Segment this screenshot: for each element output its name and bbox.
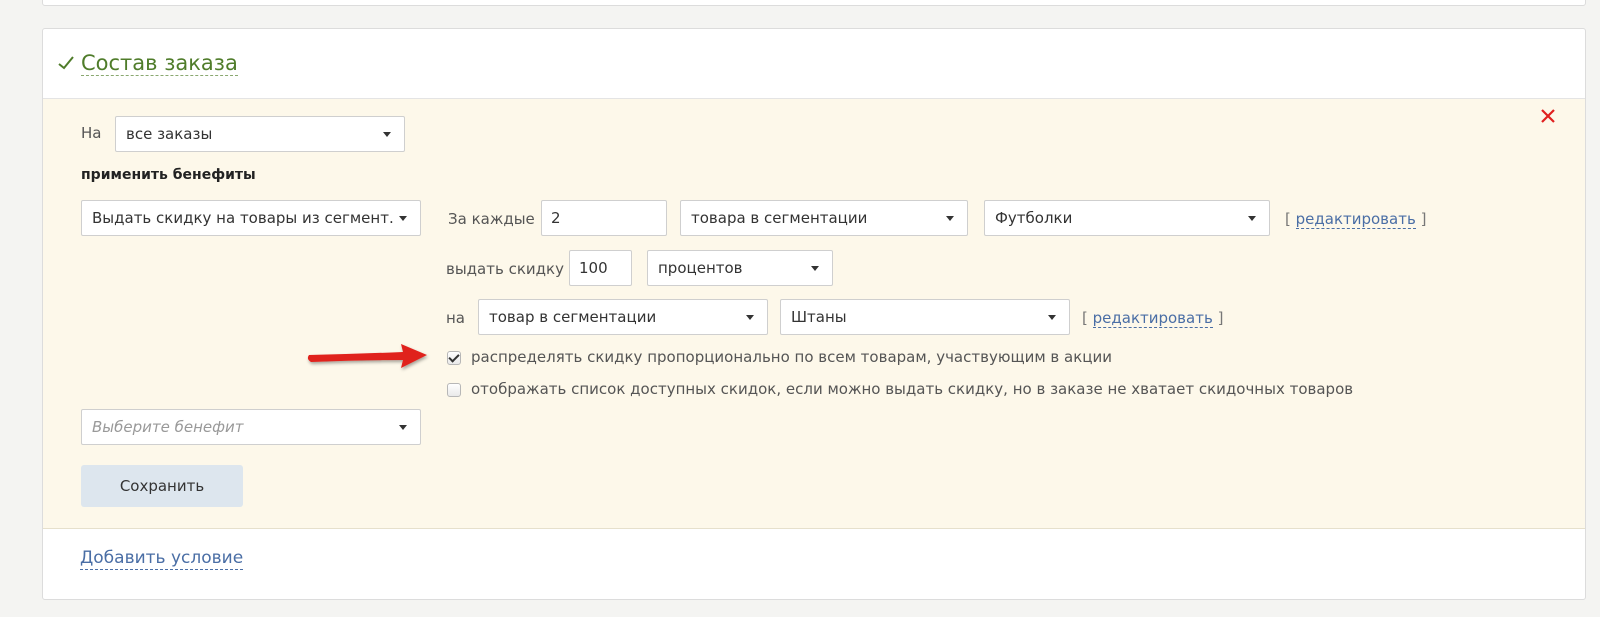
chevron-down-icon (811, 266, 819, 271)
red-arrow-icon (307, 344, 427, 368)
edit-segment-link-2: [ редактировать ] (1082, 309, 1224, 328)
chevron-down-icon (1048, 315, 1056, 320)
chevron-down-icon (399, 425, 407, 430)
chevron-down-icon (383, 132, 391, 137)
add-condition-link[interactable]: Добавить условие (80, 547, 244, 570)
card-header: Состав заказа (43, 29, 1585, 99)
distribute-discount-label: распределять скидку пропорционально по в… (471, 348, 1112, 366)
section-title[interactable]: Состав заказа (81, 51, 238, 76)
target-segment-select[interactable]: Штаны (780, 299, 1070, 335)
checkmark-icon (58, 56, 74, 70)
show-discount-list-checkbox[interactable] (447, 383, 461, 397)
give-discount-label: выдать скидку (446, 260, 564, 278)
close-icon[interactable] (1539, 107, 1557, 125)
target-type-select[interactable]: товар в сегментации (478, 299, 768, 335)
edit-segment-link-1: [ редактировать ] (1285, 210, 1427, 229)
on-label: На (81, 124, 102, 142)
chevron-down-icon (1248, 216, 1256, 221)
apply-benefits-label: применить бенефиты (81, 167, 256, 183)
for-each-label: За каждые (448, 210, 535, 228)
benefit-type-select[interactable]: Выдать скидку на товары из сегмент. (81, 200, 421, 236)
for-each-quantity-input[interactable]: 2 (541, 200, 667, 236)
chevron-down-icon (746, 315, 754, 320)
show-discount-list-label: отображать список доступных скидок, если… (471, 380, 1354, 398)
discount-value-input[interactable]: 100 (569, 250, 632, 286)
for-each-segment-select[interactable]: Футболки (984, 200, 1270, 236)
discount-unit-select[interactable]: процентов (647, 250, 833, 286)
for-each-type-select[interactable]: товара в сегментации (680, 200, 968, 236)
rule-panel: На все заказы применить бенефиты Выдать … (43, 99, 1585, 529)
chevron-down-icon (399, 216, 407, 221)
distribute-discount-checkbox[interactable] (447, 351, 461, 365)
on-target-label: на (446, 309, 465, 327)
edit-link-2[interactable]: редактировать (1092, 309, 1213, 328)
orders-select[interactable]: все заказы (115, 116, 405, 152)
choose-benefit-select[interactable]: Выберите бенефит (81, 409, 421, 445)
previous-card-edge (42, 0, 1586, 6)
edit-link-1[interactable]: редактировать (1295, 210, 1416, 229)
chevron-down-icon (946, 216, 954, 221)
save-button[interactable]: Сохранить (81, 465, 243, 507)
order-composition-card: Состав заказа На все заказы применить бе… (42, 28, 1586, 600)
